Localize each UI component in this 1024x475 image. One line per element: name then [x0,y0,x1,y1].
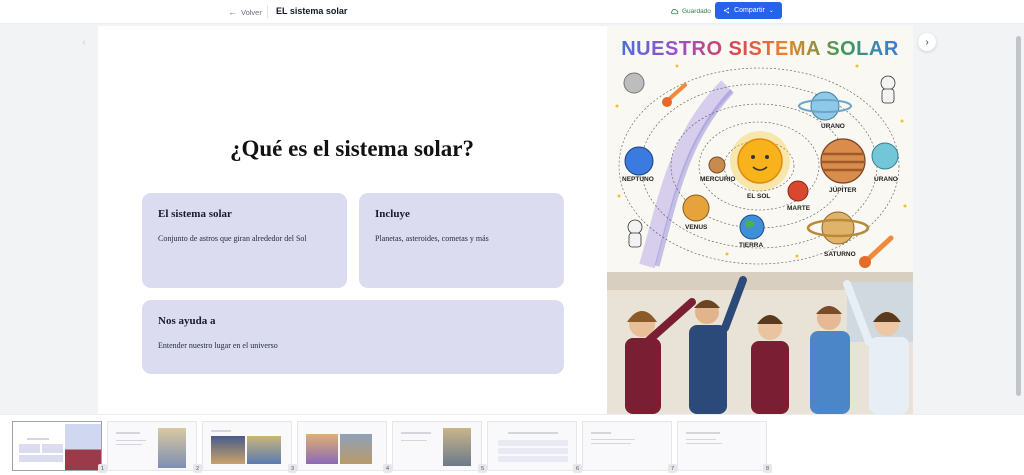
mini-text [591,439,635,440]
label-neptuno: NEPTUNO [622,176,654,183]
chevron-down-icon: ⌄ [768,8,774,14]
back-label: Volver [241,7,262,17]
mini-table [498,456,568,462]
slide-thumbnail-6[interactable]: 6 [487,421,582,473]
info-card-helps-us[interactable]: Nos ayuda a Entender nuestro lugar en el… [142,300,564,374]
mini-title [591,432,611,434]
card-text: Entender nuestro lugar en el universo [158,341,278,350]
next-slide-button[interactable]: › [918,33,936,51]
info-card-includes[interactable]: Incluye Planetas, asteroides, cometas y … [359,193,564,288]
mini-title [211,430,231,432]
label-saturno: SATURNO [824,251,856,258]
card-heading: Nos ayuda a [158,315,216,327]
slide-thumbnail-8[interactable]: 8 [677,421,772,473]
slide-canvas: ¿Qué es el sistema solar? El sistema sol… [98,26,913,414]
mini-title [508,432,558,434]
thumbnail-number: 2 [193,464,202,473]
mini-image [306,434,338,464]
document-title[interactable]: EL sistema solar [276,5,347,18]
mini-title [27,438,49,440]
mini-card [19,455,63,462]
mini-text [686,443,722,444]
sun-illustration [730,131,790,191]
label-marte: MARTE [787,205,811,212]
mini-text [116,444,142,445]
mini-table [498,440,568,446]
mini-image [211,436,245,464]
label-el-sol: EL SOL [747,193,771,200]
label-urano-top: URANO [821,123,845,130]
mini-image [158,428,186,468]
mini-image [340,434,372,464]
slide-thumbnail-1[interactable]: 1 [12,421,107,473]
back-button[interactable]: ← Volver [228,5,262,19]
thumbnail-number: 1 [98,464,107,473]
label-mercurio: MERCURIO [700,176,736,183]
students-photo [607,272,913,414]
thumbnail-number: 4 [383,464,392,473]
card-text: Conjunto de astros que giran alrededor d… [158,234,307,243]
saved-status: Guardado [670,6,711,17]
label-urano-right: URANO [874,176,898,183]
slide-thumbnail-5[interactable]: 5 [392,421,487,473]
slide-thumbnail-2[interactable]: 2 [107,421,202,473]
poster-title: NUESTRO SISTEMA SOLAR [621,38,899,60]
mini-text [116,440,146,441]
cloud-icon [671,9,679,15]
slide-thumbnail-strip: 1 2 3 4 5 6 7 8 [0,414,1024,475]
mini-image [65,424,101,470]
mini-card [19,444,40,453]
mini-text [686,439,716,440]
divider [267,5,268,18]
share-label: Compartir [734,7,765,14]
previous-slide-button[interactable]: ‹ [76,34,92,50]
thumbnail-number: 5 [478,464,487,473]
thumbnail-number: 8 [763,464,772,473]
mini-image [443,428,471,466]
mini-text [401,440,427,441]
slide-thumbnail-4[interactable]: 4 [297,421,392,473]
label-venus: VENUS [685,224,708,231]
slide-title[interactable]: ¿Qué es el sistema solar? [98,136,606,162]
thumbnail-number: 6 [573,464,582,473]
mini-text [591,443,631,444]
info-card-solar-system[interactable]: El sistema solar Conjunto de astros que … [142,193,347,288]
saved-label: Guardado [682,8,711,15]
card-heading: Incluye [375,208,410,220]
slide-thumbnail-7[interactable]: 7 [582,421,677,473]
thumbnail-number: 3 [288,464,297,473]
slide-image[interactable]: NUESTRO SISTEMA SOLAR URANO NEPTUNO MERC… [607,26,913,414]
poster-illustration [607,26,913,272]
chevron-left-icon: ‹ [82,36,86,48]
thumbnail-number: 7 [668,464,677,473]
mini-card [42,444,63,453]
mini-title [116,432,140,434]
card-heading: El sistema solar [158,208,232,220]
top-bar: ← Volver EL sistema solar Guardado Compa… [0,0,1024,24]
slide-thumbnail-3[interactable]: 3 [202,421,297,473]
card-text: Planetas, asteroides, cometas y más [375,234,489,243]
label-tierra: TIERRA [739,242,764,249]
share-icon [723,7,730,14]
label-jupiter: JÚPITER [829,187,857,194]
chevron-right-icon: › [925,36,929,48]
mini-title [401,432,431,434]
mini-image [247,436,281,464]
arrow-left-icon: ← [228,6,237,17]
mini-title [686,432,720,434]
scrollbar-thumb[interactable] [1016,36,1021,396]
share-button[interactable]: Compartir ⌄ [715,2,782,19]
mini-table [498,448,568,454]
